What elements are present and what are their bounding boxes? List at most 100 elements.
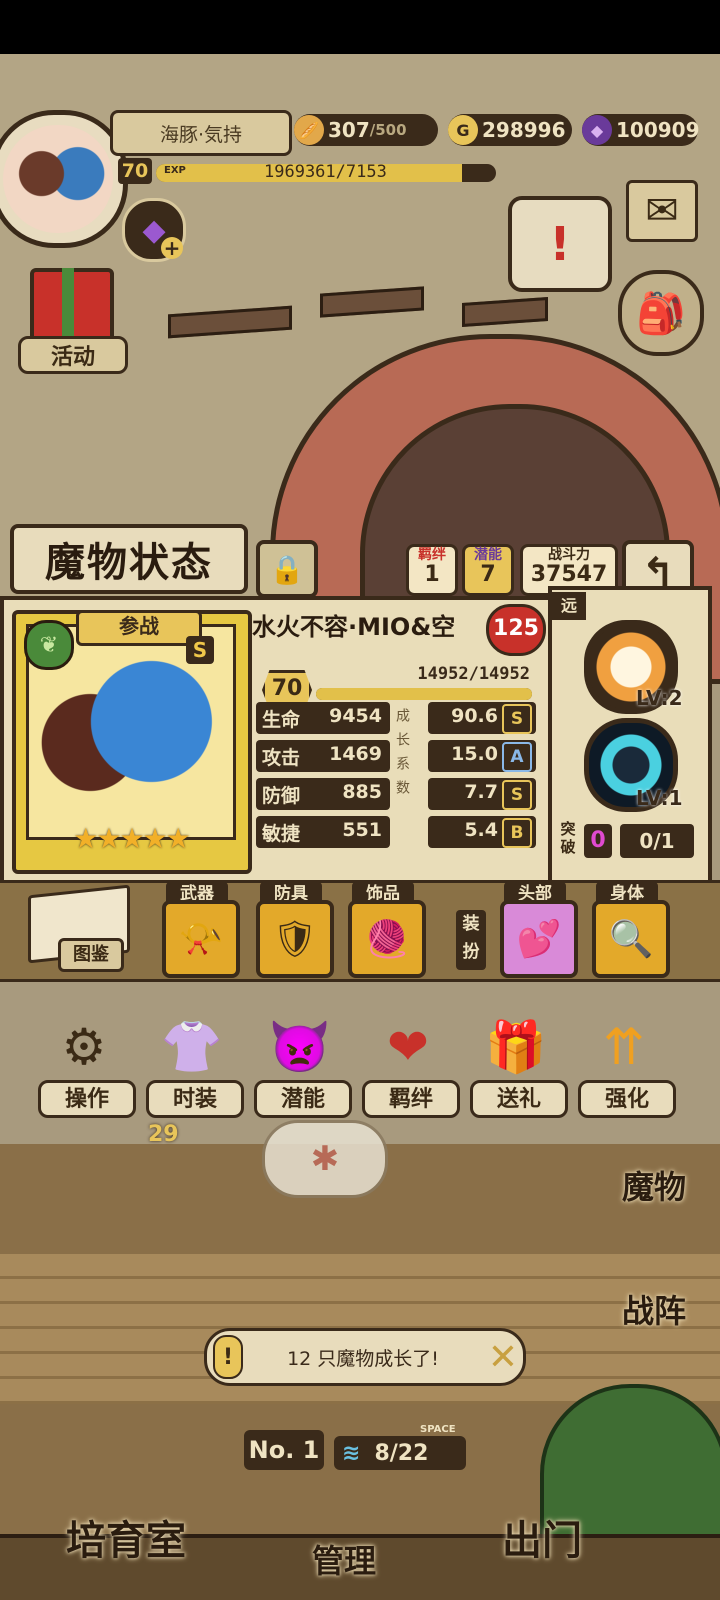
status-bar bbox=[0, 0, 720, 54]
avatar-image bbox=[3, 125, 113, 233]
growth-row-defense: 7.7 S bbox=[428, 778, 536, 810]
alert-icon: ! bbox=[213, 1335, 243, 1379]
room-number[interactable]: No. 1 bbox=[244, 1430, 324, 1470]
exit-button[interactable]: 出门 bbox=[502, 1508, 582, 1566]
anger-mark-icon: ✱ bbox=[310, 1139, 340, 1179]
space-label: SPACE bbox=[420, 1424, 456, 1435]
player-avatar[interactable] bbox=[0, 110, 128, 248]
accessory-slot[interactable]: 🧶 bbox=[348, 900, 426, 978]
dress-up-label: 装扮 bbox=[456, 910, 486, 970]
menu-label: 时装 bbox=[146, 1080, 244, 1118]
formation-button[interactable]: 战阵 bbox=[592, 1286, 716, 1340]
gift-ribbon bbox=[62, 268, 74, 344]
exclamation-icon: ! bbox=[549, 217, 571, 271]
stat-row-agility: 敏捷 551 bbox=[256, 816, 390, 848]
horn-weapon-icon: 📯 bbox=[178, 919, 224, 960]
bond-chip: 羁绊 1 bbox=[406, 544, 458, 596]
backpack-button[interactable]: 🎒 bbox=[618, 270, 704, 356]
potential-button[interactable]: 👿 潜能 bbox=[254, 1012, 352, 1118]
menu-label: 操作 bbox=[38, 1080, 136, 1118]
lock-icon: 🔒 bbox=[269, 552, 305, 586]
exp-label: EXP bbox=[164, 165, 186, 176]
menu-label: 潜能 bbox=[254, 1080, 352, 1118]
growth-value: 15.0 bbox=[451, 743, 498, 765]
gear-icon: ⚙ bbox=[61, 1018, 107, 1076]
activity-button[interactable]: 活动 bbox=[18, 262, 128, 374]
space-value: 8/22 bbox=[374, 1440, 429, 1466]
armor-slot[interactable]: 🛡 bbox=[256, 900, 334, 978]
break-through[interactable]: 突破 0 0/1 bbox=[554, 820, 696, 862]
stat-label: 敏捷 bbox=[262, 823, 301, 845]
stat-row-defense: 防御 885 bbox=[256, 778, 390, 810]
up-arrows-icon: ⇈ bbox=[603, 1018, 645, 1076]
backpack-icon: 🎒 bbox=[636, 290, 686, 337]
standby-badge: 参战 bbox=[76, 610, 202, 646]
break-value: 0 bbox=[584, 824, 612, 858]
growth-value: 90.6 bbox=[451, 705, 498, 727]
hp-text: 14952/14952 bbox=[417, 664, 530, 684]
growth-row-attack: 15.0 A bbox=[428, 740, 536, 772]
potential-value: 7 bbox=[480, 562, 496, 587]
lock-button[interactable]: 🔒 bbox=[256, 540, 318, 598]
stat-value: 9454 bbox=[329, 705, 382, 727]
monster-name: 水火不容·MIO&空 bbox=[252, 612, 456, 641]
stamina-max: /500 bbox=[369, 121, 407, 139]
growth-toast[interactable]: ! 12 只魔物成长了! ✕ bbox=[204, 1328, 526, 1386]
stat-row-hp: 生命 9454 bbox=[256, 702, 390, 734]
potential-label: 潜能 bbox=[474, 547, 502, 563]
growth-grade: S bbox=[502, 704, 532, 734]
player-level: 70 bbox=[118, 158, 152, 184]
bread-icon: 🥖 bbox=[294, 115, 324, 145]
gold-counter[interactable]: G 298996 bbox=[448, 114, 572, 146]
room-level: 29 bbox=[148, 1122, 179, 1147]
growth-grade: B bbox=[502, 818, 532, 848]
stat-label: 攻击 bbox=[262, 747, 301, 769]
range-tag: 远 bbox=[552, 592, 586, 620]
activity-label: 活动 bbox=[18, 336, 128, 374]
gem-icon: ◆ bbox=[582, 115, 612, 145]
fashion-button[interactable]: 👚 时装 bbox=[146, 1012, 244, 1118]
close-icon[interactable]: ✕ bbox=[483, 1337, 523, 1378]
shadow-monster-icon: 👿 bbox=[268, 1017, 332, 1076]
gem-value: 100909 bbox=[616, 118, 700, 142]
quest-scroll-button[interactable]: ! bbox=[508, 196, 612, 292]
growth-grade: A bbox=[502, 742, 532, 772]
gift-icon: 🎁 bbox=[484, 1017, 548, 1076]
gift-button[interactable]: 🎁 送礼 bbox=[470, 1012, 568, 1118]
skill-2-level: LV:1 bbox=[636, 786, 683, 810]
yarn-ball-icon: 🧶 bbox=[364, 919, 410, 960]
mail-button[interactable]: ✉ bbox=[626, 180, 698, 242]
growth-value: 5.4 bbox=[464, 819, 498, 841]
player-name[interactable]: 海豚·気持 bbox=[110, 110, 292, 156]
envelope-icon: ✉ bbox=[645, 188, 679, 234]
bond-button[interactable]: ❤ 羁绊 bbox=[362, 1012, 460, 1118]
potential-chip: 潜能 7 bbox=[462, 544, 514, 596]
stamina-value: 307 bbox=[328, 118, 370, 142]
buy-gems-button[interactable]: ◆ + bbox=[122, 198, 186, 262]
power-value: 37547 bbox=[530, 562, 608, 587]
menu-label: 强化 bbox=[578, 1080, 676, 1118]
enhance-button[interactable]: ⇈ 强化 bbox=[578, 1012, 676, 1118]
monster-button[interactable]: 魔物 bbox=[592, 1162, 716, 1216]
leaf-element-icon: ❦ bbox=[24, 620, 74, 670]
exp-text: 1969361/7153 bbox=[264, 164, 387, 182]
growth-coefficient-label: 成长系数 bbox=[394, 708, 410, 804]
growth-value: 7.7 bbox=[464, 781, 498, 803]
heart-icon: ❤ bbox=[387, 1018, 429, 1076]
manage-button[interactable]: 管理 bbox=[312, 1536, 376, 1582]
weapon-slot[interactable]: 📯 bbox=[162, 900, 240, 978]
codex-button[interactable]: 图鉴 bbox=[28, 884, 130, 972]
stat-row-attack: 攻击 1469 bbox=[256, 740, 390, 772]
shirt-icon: 👚 bbox=[160, 1017, 224, 1076]
head-slot[interactable]: 💕 bbox=[500, 900, 578, 978]
body-slot[interactable]: 🔍 bbox=[592, 900, 670, 978]
nursery-button[interactable]: 培育室 bbox=[66, 1508, 186, 1566]
bond-label: 羁绊 bbox=[418, 547, 446, 563]
gem-counter[interactable]: ◆ 100909 bbox=[582, 114, 700, 146]
stamina-counter[interactable]: 🥖 307/500 bbox=[294, 114, 438, 146]
operate-button[interactable]: ⚙ 操作 bbox=[38, 1012, 136, 1118]
hp-bar-fill bbox=[316, 688, 532, 700]
power-label: 战斗力 bbox=[548, 547, 590, 563]
menu-label: 羁绊 bbox=[362, 1080, 460, 1118]
panel-title: 魔物状态 bbox=[10, 524, 248, 594]
